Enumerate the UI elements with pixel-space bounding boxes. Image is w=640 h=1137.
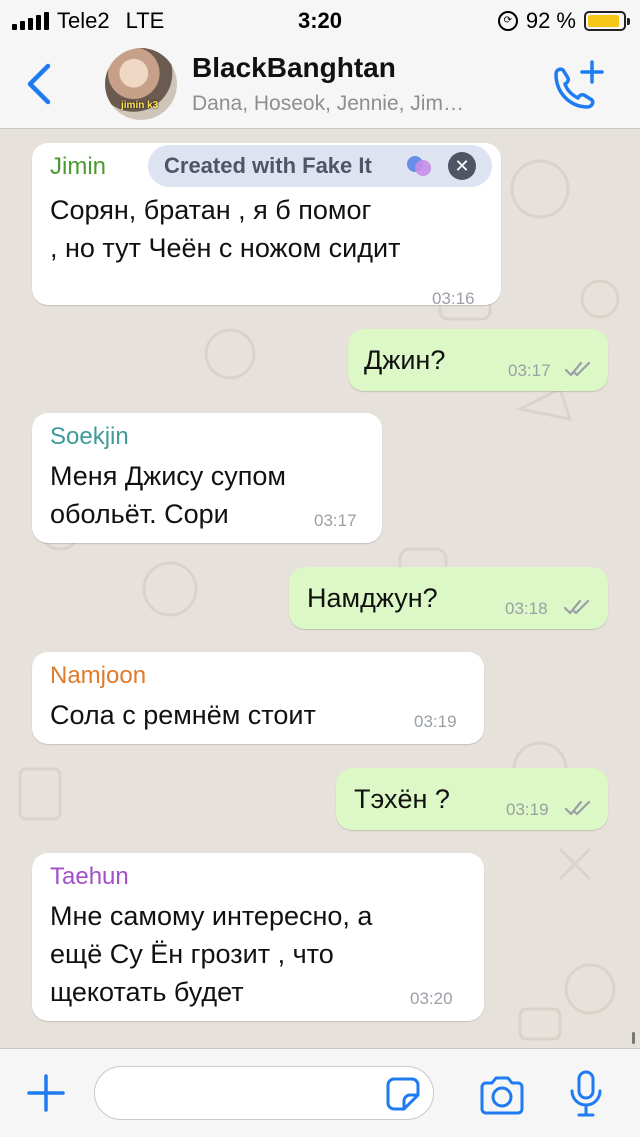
watermark-label: Created with Fake It: [164, 153, 372, 178]
chevron-left-icon[interactable]: [22, 62, 56, 106]
status-bar: Tele2 LTE 3:20 ⟳ 92 %: [0, 0, 640, 40]
message-input[interactable]: [94, 1066, 434, 1120]
message-time: 03:18: [505, 599, 548, 618]
status-right: ⟳ 92 %: [497, 8, 630, 34]
battery-icon: [584, 11, 630, 31]
message-time: 03:20: [410, 989, 453, 1008]
rotation-lock-icon: ⟳: [497, 11, 518, 31]
close-icon[interactable]: ✕: [448, 152, 476, 180]
scrollbar[interactable]: [632, 1032, 635, 1044]
sender-name: Jimin: [50, 153, 107, 180]
double-check-icon: [563, 599, 590, 615]
add-call-icon[interactable]: [546, 60, 604, 112]
message-list[interactable]: Jimin Сорян, братан , я б помог , но тут…: [0, 129, 640, 1047]
message-time: 03:17: [314, 511, 357, 530]
sender-name: Taehun: [50, 863, 129, 890]
battery-percent: 92 %: [525, 8, 576, 33]
message-line: щекотать будет: [50, 977, 244, 1007]
sticker-icon[interactable]: [386, 1077, 420, 1111]
microphone-icon[interactable]: [566, 1069, 606, 1119]
chat-bubbles-icon: [407, 156, 431, 176]
double-check-icon: [564, 800, 591, 816]
battery-fill: [588, 15, 619, 27]
outgoing-message[interactable]: Джин? 03:17: [348, 329, 608, 391]
message-time: 03:16: [432, 289, 475, 308]
chat-header: jimin k3 BlackBanghtan Dana, Hoseok, Jen…: [0, 40, 640, 129]
message-time: 03:17: [508, 361, 551, 380]
message-text: Тэхён ?: [354, 784, 450, 814]
double-check-icon: [564, 361, 591, 377]
message-line: Сола с ремнём стоит: [50, 700, 316, 730]
message-line: обольёт. Сори: [50, 499, 229, 529]
message-line: Сорян, братан , я б помог: [50, 195, 372, 225]
avatar-caption: jimin k3: [121, 100, 159, 111]
message-line: Мне самому интересно, а: [50, 901, 373, 931]
message-text: Намджун?: [307, 583, 438, 613]
chat-participants[interactable]: Dana, Hoseok, Jennie, Jim…: [192, 92, 464, 116]
incoming-message[interactable]: Taehun Мне самому интересно, а ещё Су Ён…: [32, 853, 484, 1021]
sender-name: Soekjin: [50, 423, 129, 450]
message-line: , но тут Чеён с ножом сидит: [50, 233, 401, 263]
incoming-message[interactable]: Namjoon Сола с ремнём стоит 03:19: [32, 652, 484, 744]
outgoing-message[interactable]: Намджун? 03:18: [289, 567, 608, 629]
chat-title[interactable]: BlackBanghtan: [192, 52, 396, 84]
sender-name: Namjoon: [50, 662, 147, 689]
fake-it-watermark[interactable]: Created with Fake It ✕: [148, 145, 492, 187]
message-text: Джин?: [364, 345, 446, 375]
camera-icon[interactable]: [478, 1075, 526, 1115]
message-time: 03:19: [506, 800, 549, 819]
message-line: Меня Джису супом: [50, 461, 286, 491]
message-time: 03:19: [414, 712, 457, 731]
group-avatar[interactable]: jimin k3: [105, 48, 177, 120]
incoming-message[interactable]: Soekjin Меня Джису супом обольёт. Сори 0…: [32, 413, 382, 543]
message-line: ещё Су Ён грозит , что: [50, 939, 334, 969]
input-bar: [0, 1048, 640, 1137]
plus-icon[interactable]: [26, 1073, 66, 1113]
outgoing-message[interactable]: Тэхён ? 03:19: [336, 768, 608, 830]
